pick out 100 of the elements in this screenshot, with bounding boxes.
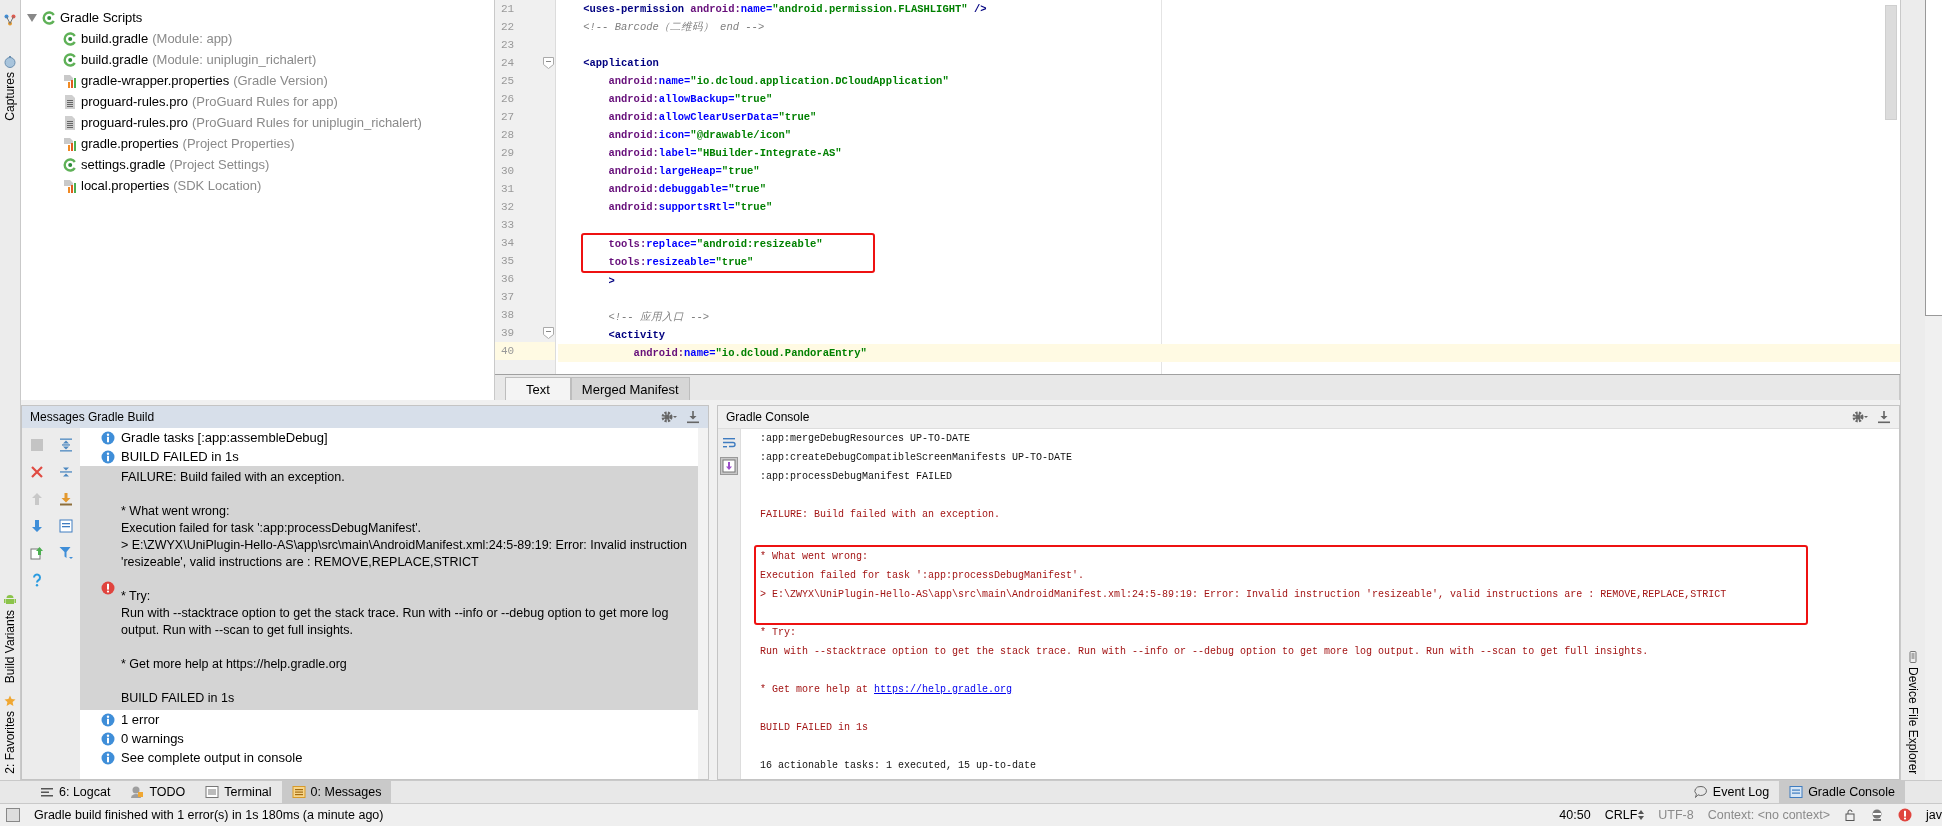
preview-icon[interactable] xyxy=(58,518,73,533)
code-line: <application xyxy=(582,56,660,71)
editor-tab[interactable]: Merged Manifest xyxy=(570,377,690,400)
message-text: Execution failed for task ':app:processDebugManifest'. xyxy=(121,520,423,537)
inspector-icon[interactable] xyxy=(1870,808,1884,822)
console-line: FAILURE: Build failed with an exception. xyxy=(760,508,1002,522)
error-indicator-icon xyxy=(1898,808,1912,822)
code-line: android:name="io.dcloud.application.DCloudApplication" xyxy=(607,74,950,89)
message-text: FAILURE: Build failed with an exception. xyxy=(121,469,346,486)
status-message: Gradle build finished with 1 error(s) in 1s 180ms (a minute ago) xyxy=(34,808,385,822)
minimize-icon[interactable] xyxy=(686,410,700,424)
scrollbar[interactable] xyxy=(1885,5,1897,120)
panel-title: Gradle Console xyxy=(726,410,811,424)
message-entry[interactable] xyxy=(80,466,698,710)
line-number: 28 xyxy=(500,129,516,141)
line-number: 31 xyxy=(500,183,516,195)
tool-window-tab[interactable]: 6: Logcat xyxy=(30,781,121,803)
tree-item[interactable]: build.gradle (Module: app) xyxy=(81,31,233,46)
fold-marker-icon[interactable] xyxy=(543,327,554,339)
message-text: * Get more help at https://help.gradle.org xyxy=(121,656,348,673)
console-line: * What went wrong: xyxy=(760,550,870,564)
side-tab[interactable]: Captures xyxy=(3,26,17,121)
message-entry[interactable]: Gradle tasks [:app:assembleDebug] xyxy=(80,428,698,447)
tool-window-tab[interactable]: 0: Messages xyxy=(281,781,392,803)
code-line: android:allowBackup="true" xyxy=(607,92,774,107)
close-icon[interactable] xyxy=(29,464,44,479)
message-text: Gradle tasks [:app:assembleDebug] xyxy=(121,430,328,445)
message-entry[interactable]: BUILD FAILED in 1s xyxy=(80,447,698,466)
tree-item[interactable]: gradle.properties (Project Properties) xyxy=(81,136,295,151)
code-line: android:largeHeap="true" xyxy=(607,164,761,179)
tree-item[interactable]: settings.gradle (Project Settings) xyxy=(81,157,270,172)
caret-position[interactable]: 40:50 xyxy=(1559,808,1591,822)
gradle-icon xyxy=(63,157,77,172)
line-number: 30 xyxy=(500,165,516,177)
side-tab[interactable]: Device File Explorer xyxy=(1906,650,1920,774)
code-line: <!-- Barcode（二维码） end --> xyxy=(582,20,766,35)
text-file-icon xyxy=(63,115,77,130)
message-entry[interactable]: 1 error xyxy=(80,710,698,729)
settings-icon[interactable] xyxy=(1851,410,1869,424)
tree-item[interactable]: proguard-rules.pro (ProGuard Rules for app) xyxy=(81,94,338,109)
line-separator[interactable]: CRLF xyxy=(1604,808,1645,822)
expand-arrow-icon[interactable] xyxy=(26,12,38,23)
code-line: tools:replace="android:resizeable" xyxy=(607,237,824,252)
tool-windows-toggle-icon[interactable] xyxy=(6,808,20,822)
side-tab[interactable]: 2: Favorites xyxy=(3,689,17,780)
line-number: 36 xyxy=(500,273,516,285)
line-number: 26 xyxy=(500,93,516,105)
line-number: 29 xyxy=(500,147,516,159)
lines-icon xyxy=(40,785,54,799)
gradle-icon xyxy=(63,52,77,67)
tool-window-tab[interactable]: Event Log xyxy=(1683,781,1780,803)
tool-window-tab[interactable]: TODO xyxy=(120,781,196,803)
tree-item[interactable]: proguard-rules.pro (ProGuard Rules for uniplugin_richalert) xyxy=(81,115,422,130)
line-number: 38 xyxy=(500,309,516,321)
minimize-icon[interactable] xyxy=(1877,410,1891,424)
terminal-icon xyxy=(205,785,220,799)
settings-icon[interactable] xyxy=(660,410,678,424)
download-icon[interactable] xyxy=(58,491,73,506)
console-line: 16 actionable tasks: 1 executed, 15 up-to-date xyxy=(760,759,1038,773)
messages-icon xyxy=(291,785,306,799)
message-entry[interactable]: 0 warnings xyxy=(80,729,698,748)
tool-window-tab[interactable]: Gradle Console xyxy=(1779,781,1905,803)
message-text: BUILD FAILED in 1s xyxy=(121,690,236,707)
line-number: 25 xyxy=(500,75,516,87)
editor-tab[interactable]: Text xyxy=(505,377,571,400)
expand-all-icon[interactable] xyxy=(58,437,73,452)
code-line: <!-- 应用入口 --> xyxy=(607,310,711,325)
side-tab[interactable]: Build Variants xyxy=(3,588,17,690)
message-text: See complete output in console xyxy=(121,750,303,765)
speech-bubble-icon xyxy=(1693,785,1708,799)
gradle-icon xyxy=(63,31,77,46)
code-line: android:icon="@drawable/icon" xyxy=(607,128,793,143)
tree-item[interactable]: gradle-wrapper.properties (Gradle Version) xyxy=(81,73,328,88)
line-number: 27 xyxy=(500,111,516,123)
console-line: Run with --stacktrace option to get the stack trace. Run with --info or --debug option to get more log output. Run with --scan to get full insights. xyxy=(760,645,1650,659)
tree-item[interactable]: local.properties (SDK Location) xyxy=(81,178,262,193)
structure-icon[interactable] xyxy=(4,14,16,26)
stopwatch-icon xyxy=(4,56,16,68)
export-icon[interactable] xyxy=(29,545,44,560)
error-icon xyxy=(101,581,115,595)
lock-icon[interactable] xyxy=(1844,809,1856,821)
code-line: <activity xyxy=(607,328,667,343)
tree-item[interactable]: Gradle Scripts xyxy=(42,10,143,25)
tree-item[interactable]: build.gradle (Module: uniplugin_richalert) xyxy=(81,52,317,67)
up-down-arrows-icon xyxy=(1638,810,1645,820)
message-entry[interactable]: See complete output in console xyxy=(80,748,698,767)
fold-marker-icon[interactable] xyxy=(543,57,554,69)
properties-file-icon xyxy=(63,73,77,88)
message-text: * Try: xyxy=(121,588,152,605)
scroll-to-end-icon[interactable] xyxy=(720,457,738,475)
help-link[interactable]: https://help.gradle.org xyxy=(874,684,1013,695)
line-number: 34 xyxy=(500,237,516,249)
console-icon xyxy=(1789,785,1804,799)
info-icon xyxy=(101,430,115,445)
code-line: <uses-permission android:name="android.permission.FLASHLIGHT" /> xyxy=(582,2,988,17)
panel-title: Messages Gradle Build xyxy=(30,410,156,424)
text-file-icon xyxy=(63,94,77,109)
tool-window-tab[interactable]: Terminal xyxy=(195,781,282,803)
console-line: BUILD FAILED in 1s xyxy=(760,721,870,735)
filter-icon[interactable] xyxy=(58,545,73,560)
